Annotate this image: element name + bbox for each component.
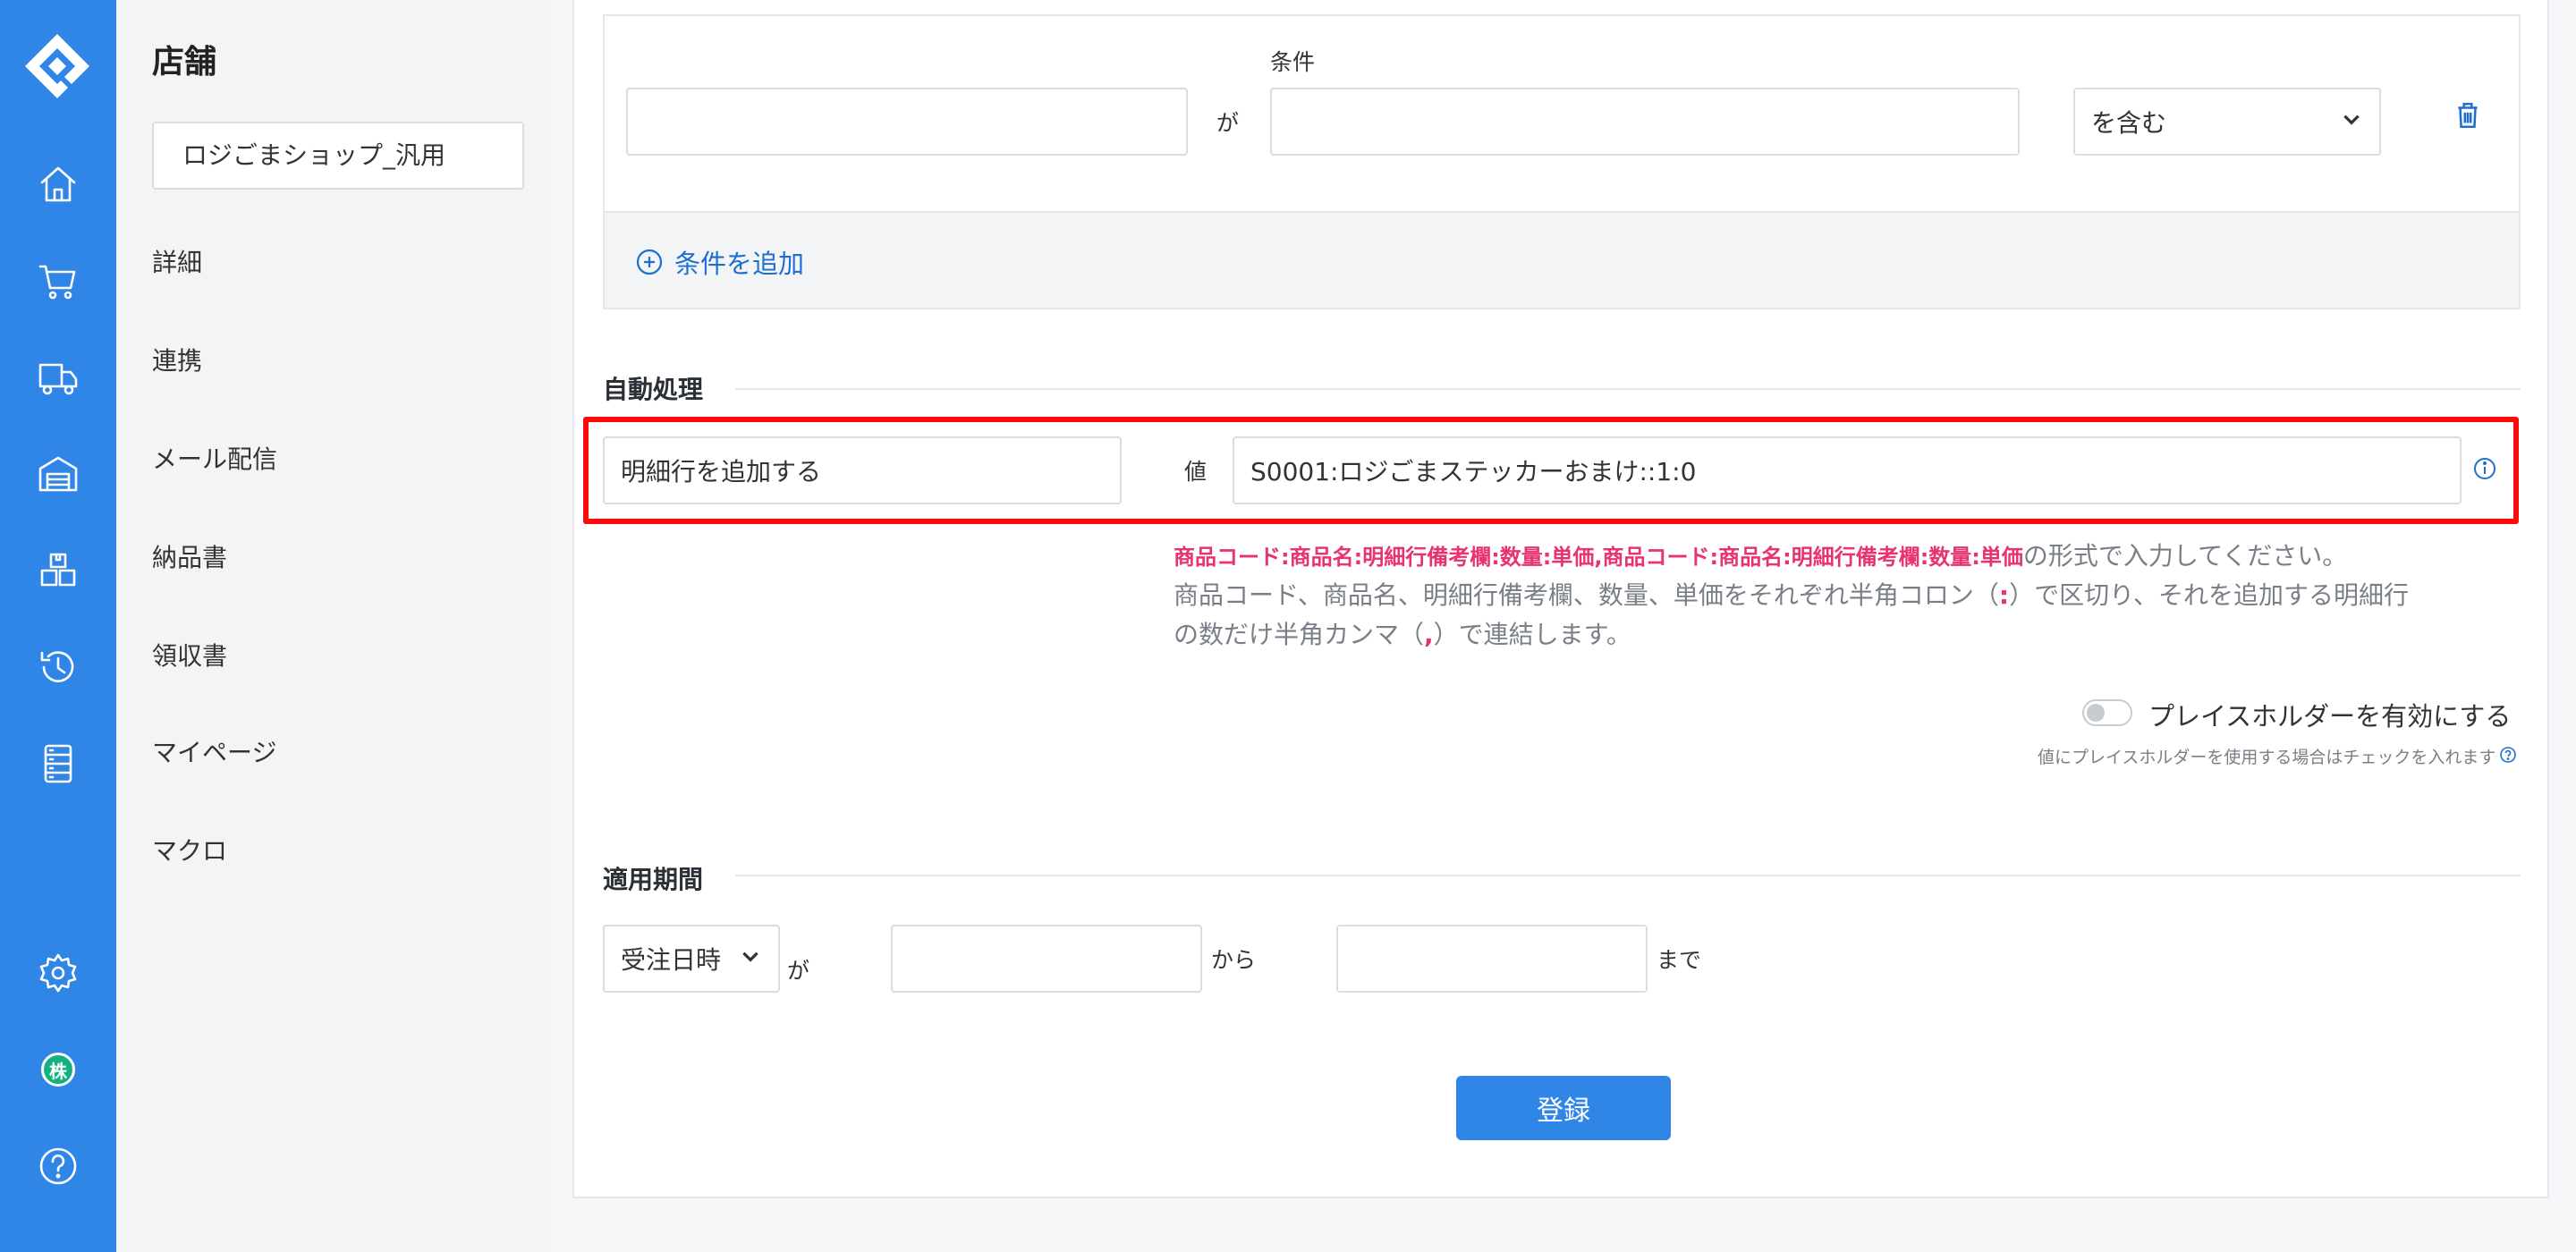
nav-item-receipt[interactable]: 領収書 xyxy=(152,637,227,673)
gear-icon[interactable] xyxy=(31,946,85,1000)
help-format: 商品コード:商品名:明細行備考欄:数量:単価,商品コード:商品名:明細行備考欄:… xyxy=(1174,545,2023,570)
help-colon: : xyxy=(1998,580,2010,610)
boxes-icon[interactable] xyxy=(31,544,85,597)
period-title: 適用期間 xyxy=(603,865,704,894)
condition-footer: 条件を追加 xyxy=(605,211,2519,308)
condition-field-input[interactable] xyxy=(626,88,1188,156)
chevron-down-icon xyxy=(739,944,762,974)
nav-item-integration[interactable]: 連携 xyxy=(152,342,202,377)
help-line3-b: ）で連結します。 xyxy=(1433,620,1631,649)
history-icon[interactable] xyxy=(31,640,85,694)
auto-process-title: 自動処理 xyxy=(603,375,704,404)
kara-label: から xyxy=(1211,947,1257,973)
value-input[interactable]: S0001:ロジごまステッカーおまけ::1:0 xyxy=(1233,436,2462,504)
period-basis-value: 受注日時 xyxy=(621,945,722,975)
condition-value-input[interactable] xyxy=(1270,88,2020,156)
nav-item-delivery-note[interactable]: 納品書 xyxy=(152,538,227,574)
ga-label: が xyxy=(1216,110,1240,136)
store-subnav: 店舗 ロジごまショップ_汎用 詳細 連携 メール配信 納品書 領収書 マイページ… xyxy=(116,0,546,1252)
help-comma: , xyxy=(1424,620,1434,649)
placeholder-note: 値にプレイスホルダーを使用する場合はチェックを入れます xyxy=(2038,748,2496,767)
operator-value: を含む xyxy=(2091,108,2167,138)
plus-circle-icon xyxy=(636,249,663,275)
made-label: まで xyxy=(1657,947,1702,973)
submit-button[interactable]: 登録 xyxy=(1456,1076,1671,1140)
nav-item-macro[interactable]: マクロ xyxy=(152,832,227,867)
help-format-suffix: の形式で入力してください。 xyxy=(2022,541,2348,571)
warehouse-icon[interactable] xyxy=(31,447,85,501)
nav-item-mypage[interactable]: マイページ xyxy=(152,733,276,769)
list-icon[interactable] xyxy=(31,737,85,791)
help-line3-a: の数だけ半角カンマ（ xyxy=(1174,620,1425,649)
period-basis-select[interactable]: 受注日時 xyxy=(603,925,780,993)
placeholder-toggle[interactable] xyxy=(2082,699,2132,726)
condition-label: 条件 xyxy=(1270,49,1316,75)
operator-select[interactable]: を含む xyxy=(2073,88,2381,156)
auto-process-divider xyxy=(735,388,2521,390)
truck-icon[interactable] xyxy=(31,351,85,404)
subnav-title: 店舗 xyxy=(152,44,217,80)
main-panel: が 条件 を含む 条件を追加 自動処理 明細行を追加する 値 S0001:ロジご… xyxy=(572,0,2549,1198)
period-to-input[interactable] xyxy=(1336,925,1648,993)
period-divider xyxy=(735,875,2521,876)
help-line2-a: 商品コード、商品名、明細行備考欄、数量、単価をそれぞれ半角コロン（ xyxy=(1174,580,1999,610)
add-condition-button[interactable]: 条件を追加 xyxy=(635,243,804,281)
period-ga-label: が xyxy=(787,958,810,984)
info-icon[interactable] xyxy=(2472,456,2497,485)
help-text-line1: 商品コード:商品名:明細行備考欄:数量:単価,商品コード:商品名:明細行備考欄:… xyxy=(1174,537,2347,572)
placeholder-toggle-label: プレイスホルダーを有効にする xyxy=(2148,701,2512,732)
chevron-down-icon xyxy=(2340,107,2363,137)
kabu-icon[interactable]: 株 xyxy=(31,1043,85,1096)
question-icon[interactable] xyxy=(2499,746,2517,767)
icon-rail: 株 xyxy=(0,0,116,1252)
nav-item-mail[interactable]: メール配信 xyxy=(152,440,277,476)
nav-item-detail[interactable]: 詳細 xyxy=(152,243,202,279)
help-icon[interactable] xyxy=(31,1139,85,1193)
condition-box: が 条件 を含む 条件を追加 xyxy=(603,14,2521,309)
cart-icon[interactable] xyxy=(31,254,85,308)
logo-icon[interactable] xyxy=(21,21,93,111)
period-from-input[interactable] xyxy=(891,925,1202,993)
help-text-line3: の数だけ半角カンマ（,）で連結します。 xyxy=(1174,615,1631,651)
trash-icon[interactable] xyxy=(2453,98,2483,136)
help-text-line2: 商品コード、商品名、明細行備考欄、数量、単価をそれぞれ半角コロン（:）で区切り、… xyxy=(1174,576,2409,612)
home-icon[interactable] xyxy=(31,157,85,211)
kabu-badge: 株 xyxy=(41,1053,75,1087)
value-label: 値 xyxy=(1184,459,1208,485)
shop-selector[interactable]: ロジごまショップ_汎用 xyxy=(152,122,524,190)
add-condition-label: 条件を追加 xyxy=(674,249,805,279)
action-select[interactable]: 明細行を追加する xyxy=(603,436,1122,504)
help-line2-b: ）で区切り、それを追加する明細行 xyxy=(2009,580,2409,610)
